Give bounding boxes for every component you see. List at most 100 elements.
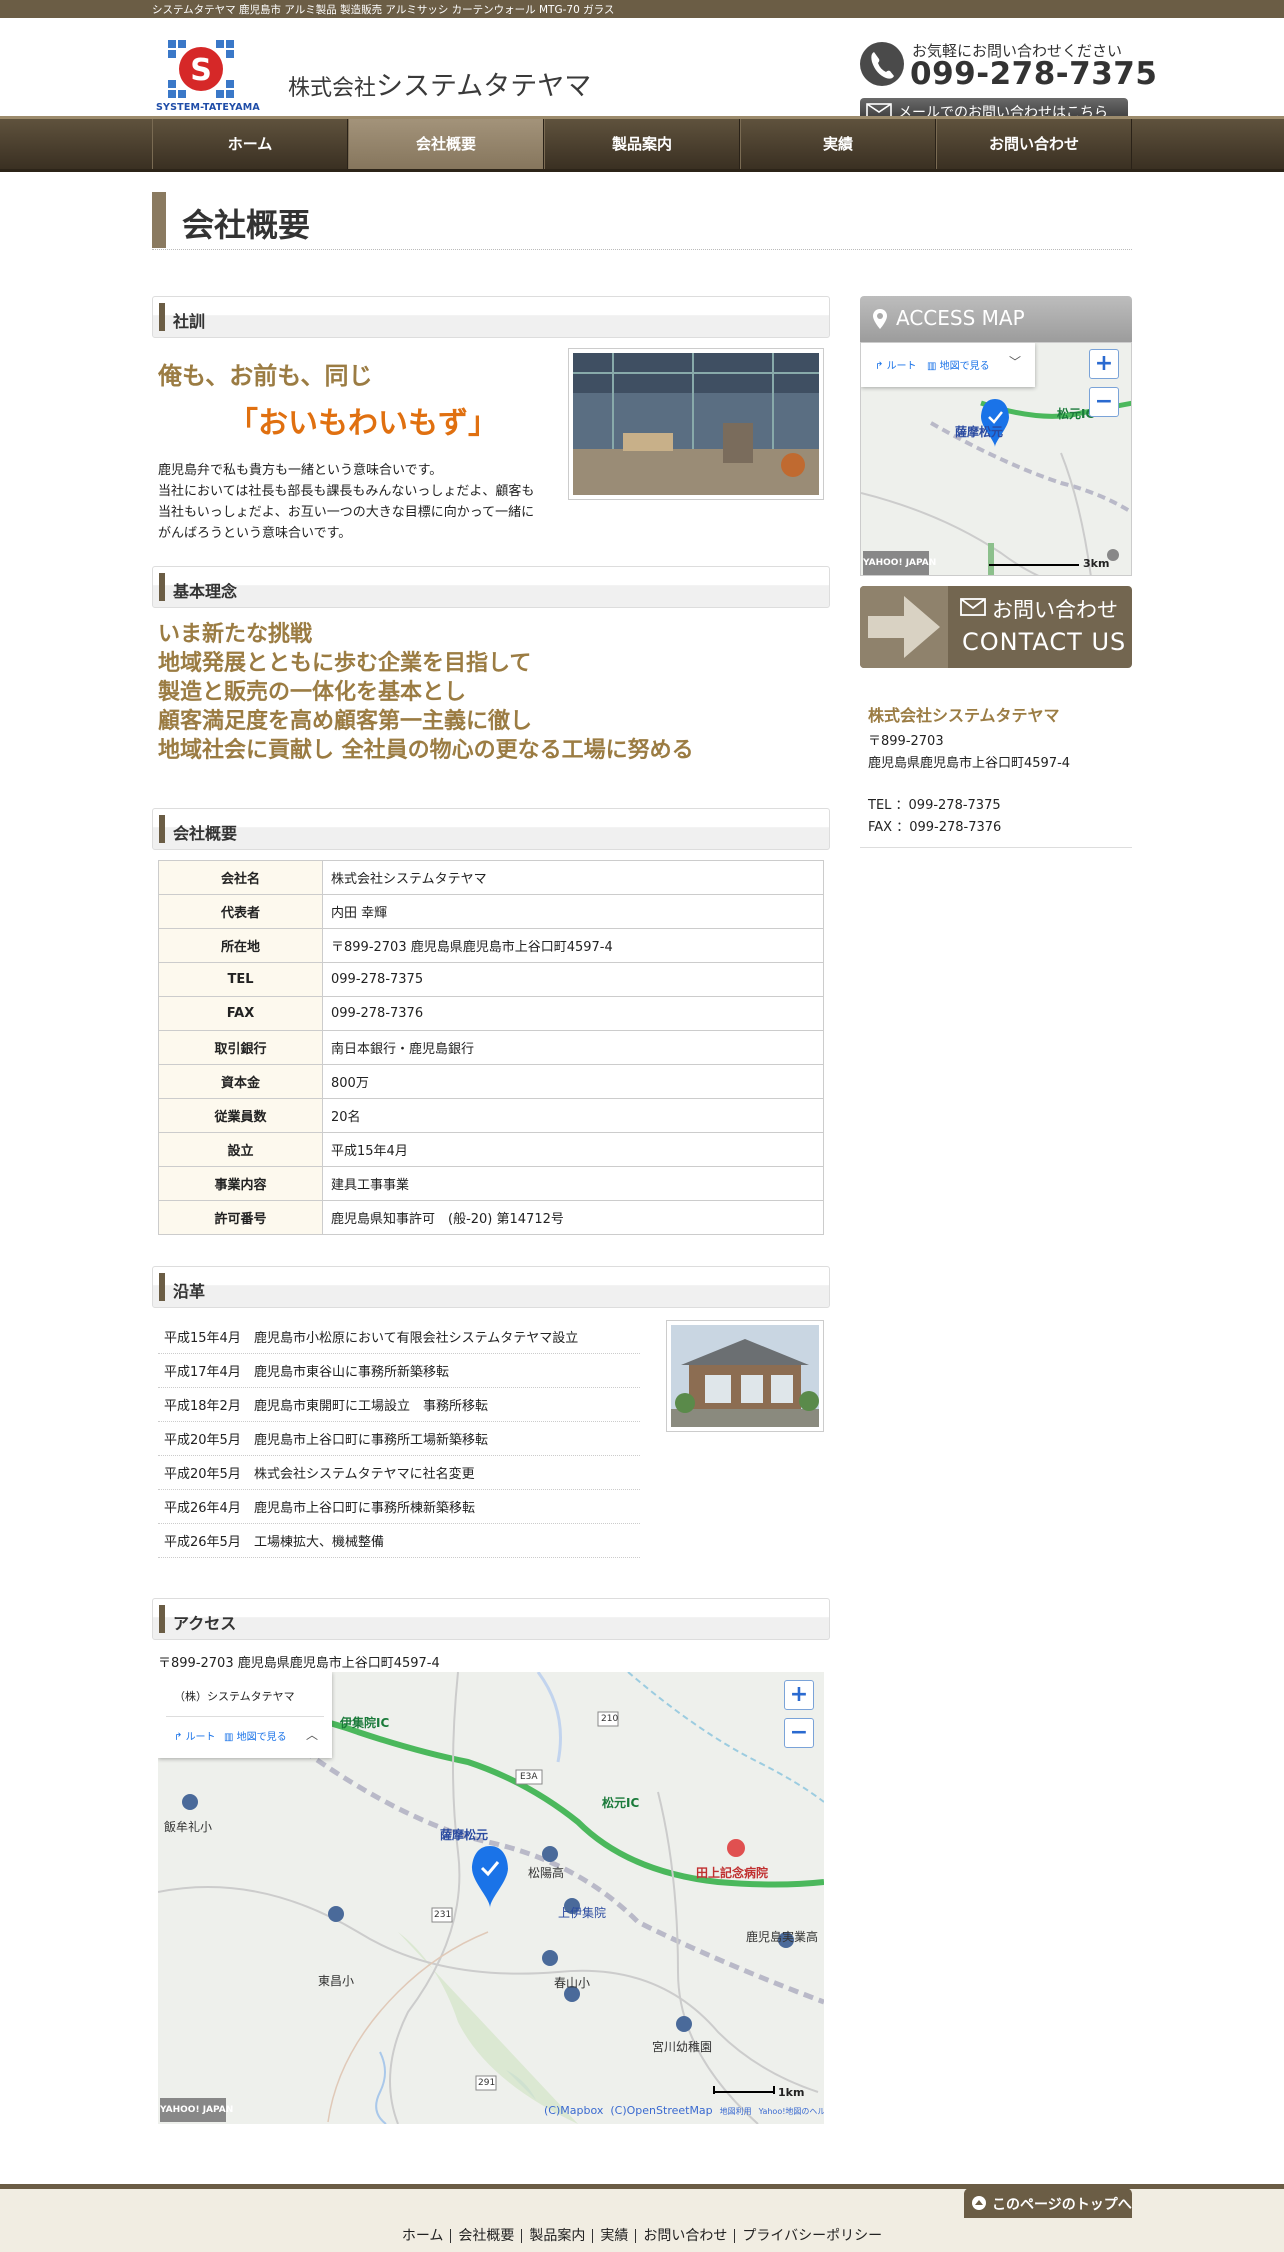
history-event: 工場棟拡大、機械整備 xyxy=(254,1535,385,1550)
table-key: 取引銀行 xyxy=(158,1030,323,1065)
company-name: 株式会社システムタテヤマ xyxy=(288,64,591,103)
credit-mapbox[interactable]: (C)Mapbox xyxy=(544,2104,603,2117)
history-date: 平成26年5月 xyxy=(164,1535,241,1550)
philosophy-line: 顧客満足度を高め顧客第一主義に徹し xyxy=(158,709,533,734)
map-label: 薩摩松元 xyxy=(440,1828,489,1842)
sidebar-tel: TEL ：099-278-7375 xyxy=(868,798,1001,813)
access-map[interactable]: 伊集院IC 松元IC 薩摩松元 松陽高 上伊集院 飯牟礼小 東昌小 春山小 田上… xyxy=(158,1672,824,2124)
back-to-top-button[interactable]: このページのトップへ xyxy=(964,2188,1132,2218)
contact-us-button[interactable]: お問い合わせ CONTACT US xyxy=(860,586,1132,668)
table-key: 設立 xyxy=(158,1132,323,1167)
phone-number[interactable]: 099-278-7375 xyxy=(910,56,1157,92)
access-address: 〒899-2703 鹿児島県鹿児島市上谷口町4597-4 xyxy=(158,1656,440,1671)
sidebar-map[interactable]: 薩摩松元 松元IC ↱ ルート ▥ 地図で見る ﹀ + − 3km YAHOO!… xyxy=(860,342,1132,576)
section-heading-profile: 会社概要 xyxy=(152,808,830,850)
table-row: 従業員数 20名 xyxy=(158,1098,824,1133)
table-key: TEL xyxy=(158,962,323,997)
table-key: 会社名 xyxy=(158,860,323,895)
office-image xyxy=(671,1325,819,1427)
footer-link-works[interactable]: 実績 xyxy=(592,2229,635,2243)
chevron-up-icon[interactable]: ︿ xyxy=(306,1726,318,1743)
motto-description: 鹿児島弁で私も貴方も一緒という意味合いです。 当社においては社長も部長も課長もみ… xyxy=(158,463,535,541)
table-value: 20名 xyxy=(322,1098,824,1133)
sidebar-zip: 〒899-2703 xyxy=(868,734,944,749)
history-event: 鹿児島市東開町に工場設立 事務所移転 xyxy=(254,1399,489,1414)
nav-item-company[interactable]: 会社概要 xyxy=(348,119,544,169)
table-row: 所在地 〒899-2703 鹿児島県鹿児島市上谷口町4597-4 xyxy=(158,928,824,963)
svg-text:S: S xyxy=(190,53,212,88)
table-value: 鹿児島県知事許可 (般-20) 第14712号 xyxy=(322,1200,824,1235)
zoom-out-button[interactable]: − xyxy=(784,1718,814,1748)
logo-mark-icon: S xyxy=(168,40,234,98)
table-row: FAX 099-278-7376 xyxy=(158,996,824,1031)
map-route-link[interactable]: ↱ ルート xyxy=(174,1728,216,1743)
table-value: 800万 xyxy=(322,1064,824,1099)
sidebar-fax: FAX ：099-278-7376 xyxy=(868,820,1002,835)
section-heading-history: 沿革 xyxy=(152,1266,830,1308)
map-label: 210 xyxy=(601,1714,619,1724)
sidebar-company-info: 株式会社システムタテヤマ 〒899-2703 鹿児島県鹿児島市上谷口町4597-… xyxy=(860,688,1132,848)
zoom-out-button[interactable]: − xyxy=(1089,387,1119,417)
table-row: 代表者 内田 幸輝 xyxy=(158,894,824,929)
phone-box: お気軽にお問い合わせください 099-278-7375 xyxy=(860,42,1157,92)
nav-item-contact[interactable]: お問い合わせ xyxy=(936,119,1132,169)
map-label: 上伊集院 xyxy=(558,1906,607,1920)
map-view-link[interactable]: ▥ 地図で見る xyxy=(224,1728,287,1743)
chevron-down-icon[interactable]: ﹀ xyxy=(1009,353,1021,370)
history-event: 鹿児島市上谷口町に事務所棟新築移転 xyxy=(254,1501,476,1516)
site-logo[interactable]: S SYSTEM-TATEYAMA xyxy=(156,38,260,122)
map-route-link[interactable]: ↱ ルート xyxy=(875,357,917,372)
table-value: 平成15年4月 xyxy=(322,1132,824,1167)
map-label: 291 xyxy=(478,2078,496,2088)
credit-terms[interactable]: 地図利用 xyxy=(720,2107,752,2116)
footer-link-products[interactable]: 製品案内 xyxy=(521,2229,592,2243)
page-title: 会社概要 xyxy=(182,206,311,244)
map-label: 鹿児島実業高 xyxy=(746,1930,819,1944)
credit-osm[interactable]: (C)OpenStreetMap xyxy=(610,2104,712,2117)
table-value: 099-278-7376 xyxy=(322,996,824,1031)
history-date: 平成20年5月 xyxy=(164,1433,241,1448)
philosophy-line: 地域社会に貢献し 全社員の物心の更なる工場に努める xyxy=(158,738,694,763)
map-label: 東昌小 xyxy=(318,1974,355,1988)
footer-link-company[interactable]: 会社概要 xyxy=(450,2229,521,2243)
nav-item-works[interactable]: 実績 xyxy=(740,119,936,169)
section-heading-text: 会社概要 xyxy=(173,824,238,843)
credit-help[interactable]: Yahoo!地図のヘルプ xyxy=(759,2107,824,2116)
map-link-label: 地図で見る xyxy=(939,361,990,372)
map-label: 薩摩松元 xyxy=(955,425,1004,439)
map-label: 宮川幼稚園 xyxy=(652,2040,713,2054)
philosophy-line: 製造と販売の一体化を基本とし xyxy=(158,680,467,705)
page-title-block: 会社概要 xyxy=(152,192,1132,250)
table-row: TEL 099-278-7375 xyxy=(158,962,824,997)
table-key: 代表者 xyxy=(158,894,323,929)
access-map-header: ACCESS MAP xyxy=(860,296,1132,342)
map-credits[interactable]: (C)Mapbox (C)OpenStreetMap 地図利用 Yahoo!地図… xyxy=(544,2104,824,2117)
office-photo xyxy=(666,1320,824,1432)
table-key: 所在地 xyxy=(158,928,323,963)
table-key: 従業員数 xyxy=(158,1098,323,1133)
footer-nav: ホーム 会社概要 製品案内 実績 お問い合わせ プライバシーポリシー xyxy=(0,2228,1284,2244)
map-label: 231 xyxy=(434,1910,452,1920)
zoom-in-button[interactable]: + xyxy=(1089,349,1119,379)
list-item: 平成20年5月 株式会社システムタテヤマに社名変更 xyxy=(158,1456,640,1490)
philosophy-line: 地域発展とともに歩む企業を目指して xyxy=(158,651,532,676)
nav-item-products[interactable]: 製品案内 xyxy=(544,119,740,169)
zoom-in-button[interactable]: + xyxy=(784,1680,814,1710)
map-view-link[interactable]: ▥ 地図で見る xyxy=(927,357,990,372)
table-key: 許可番号 xyxy=(158,1200,323,1235)
philosophy-line: いま新たな挑戦 xyxy=(158,622,313,647)
contact-jp-label: お問い合わせ xyxy=(992,598,1118,622)
history-event: 株式会社システムタテヤマに社名変更 xyxy=(254,1467,475,1482)
mail-icon xyxy=(960,598,986,616)
footer-link-privacy[interactable]: プライバシーポリシー xyxy=(734,2229,889,2243)
motto-line-2: 「おいもわいもず」 xyxy=(228,406,498,441)
map-pin-icon xyxy=(873,309,887,329)
section-heading-access: アクセス xyxy=(152,1598,830,1640)
footer-link-contact[interactable]: お問い合わせ xyxy=(635,2229,734,2243)
map-label: E3A xyxy=(520,1772,538,1782)
route-label: ルート xyxy=(185,1732,216,1743)
nav-item-home[interactable]: ホーム xyxy=(152,119,348,169)
map-label: 松元IC xyxy=(602,1796,640,1810)
section-heading-text: 沿革 xyxy=(173,1282,206,1301)
footer-link-home[interactable]: ホーム xyxy=(395,2229,451,2243)
